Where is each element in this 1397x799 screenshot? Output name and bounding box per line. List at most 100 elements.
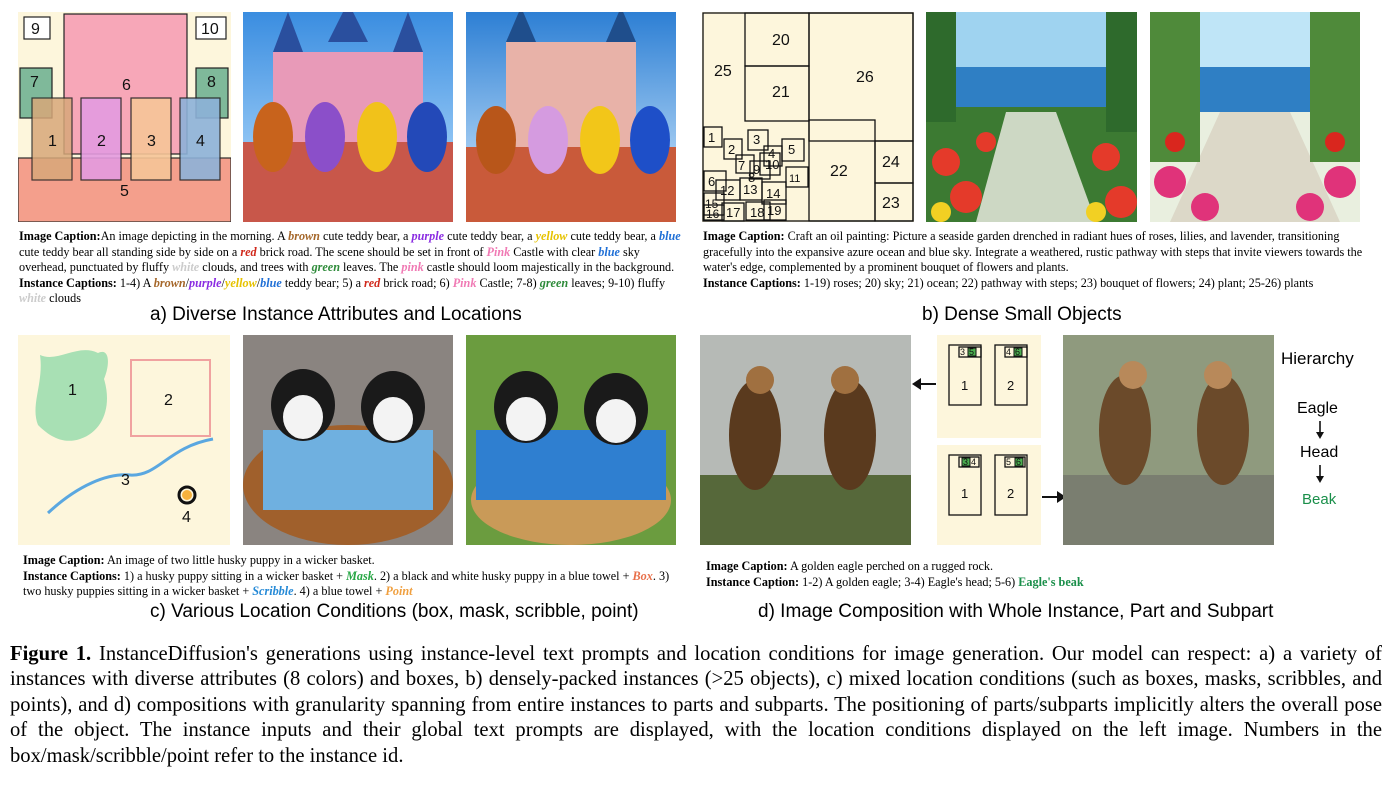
b-label-10: 10 <box>765 157 779 172</box>
caption-text: An image depicting in the morning. A <box>100 229 289 243</box>
a-label-5: 5 <box>120 183 129 200</box>
caption-text: 1-19) roses; 20) sky; 21) ocean; 22) pat… <box>800 275 1314 290</box>
panel-a-layout: 9 10 7 8 6 1 2 3 4 5 <box>17 12 232 223</box>
caption-label: Image Caption: <box>706 559 788 573</box>
caption-text: 1) a husky puppy sitting in a wicker bas… <box>120 568 347 583</box>
instance-caption-label: Instance Captions: <box>703 275 801 290</box>
part-layout-top: 3 5 4 6 1 2 <box>937 335 1041 438</box>
eagles-image-1 <box>700 335 911 545</box>
panel-b-caption: Image Caption: Craft an oil painting: Pi… <box>703 229 1363 291</box>
b-label-20: 20 <box>772 32 790 49</box>
caption-text: cute teddy bear, a <box>444 229 536 243</box>
condition-word: Scribble <box>252 584 294 599</box>
caption-label: Image Caption: <box>703 229 785 243</box>
caption-text: clouds <box>46 291 81 306</box>
hierarchy-beak: Beak <box>1302 491 1337 508</box>
color-word: Pink <box>452 275 477 290</box>
panel-c-caption: Image Caption: An image of two little hu… <box>23 553 673 600</box>
caption-text: castle should loom majestically in the b… <box>423 260 675 275</box>
color-word: green <box>539 275 569 290</box>
color-word: purple <box>189 275 222 290</box>
d-label-3b: 4 <box>971 457 976 467</box>
seaside-garden-image-2 <box>1150 12 1360 222</box>
caption-text: 1-2) A golden eagle; 3-4) Eagle's head; … <box>799 574 1019 589</box>
d-label-5b: 3 <box>963 457 968 467</box>
caption-text: . 4) a blue towel + <box>293 584 386 599</box>
b-label-3: 3 <box>753 132 760 147</box>
panel-a-caption: Image Caption:An image depicting in the … <box>19 229 681 307</box>
b-label-16: 16 <box>706 207 720 221</box>
b-label-17: 17 <box>726 205 740 220</box>
caption-text: cute teddy bear, a <box>319 229 412 243</box>
color-word: purple <box>411 229 445 243</box>
b-label-25: 25 <box>714 63 732 80</box>
d-label-1a: 1 <box>961 378 968 393</box>
panel-c-location-layout: 1 2 3 4 <box>35 350 214 526</box>
color-word: red <box>240 244 257 259</box>
panel-b-subtitle: b) Dense Small Objects <box>922 304 1122 325</box>
caption-text: teddy bear; 5) a <box>281 275 365 290</box>
teddy-bears-image-1 <box>243 12 453 222</box>
arrow-down-icon <box>1316 465 1324 483</box>
b-label-2: 2 <box>728 142 735 157</box>
condition-word: Box <box>632 568 653 583</box>
color-word: pink <box>401 260 424 275</box>
b-label-6: 6 <box>708 174 715 189</box>
d-label-3a: 3 <box>960 347 965 357</box>
caption-label: Image Caption: <box>23 553 105 567</box>
d-label-4b: 5 <box>1006 457 1011 467</box>
c-label-2: 2 <box>164 392 173 409</box>
color-word: blue <box>598 244 620 259</box>
condition-word: Point <box>385 584 413 599</box>
b-label-11: 11 <box>789 173 800 185</box>
caption-text: Castle; 7-8) <box>476 275 540 290</box>
panel-c-layout: 1 2 3 4 <box>18 335 230 545</box>
figure-caption: Figure 1. InstanceDiffusion's generation… <box>10 642 1382 769</box>
panel-a-subtitle: a) Diverse Instance Attributes and Locat… <box>150 304 522 325</box>
a-label-3: 3 <box>147 133 156 150</box>
color-word: Pink <box>486 244 511 259</box>
eagles-image-2 <box>1063 335 1274 545</box>
instance-caption-label: Instance Captions: <box>19 275 117 290</box>
b-label-5: 5 <box>788 142 795 157</box>
c-label-4: 4 <box>182 509 191 526</box>
caption-text: A golden eagle perched on a rugged rock. <box>787 559 994 573</box>
color-word: brown <box>153 275 186 290</box>
caption-text: brick road; 6) <box>380 275 453 290</box>
condition-word: Mask <box>346 568 374 583</box>
panel-a-box-layout: 9 10 7 8 6 1 2 3 4 5 <box>17 13 232 223</box>
caption-text: 1-4) A <box>116 275 154 290</box>
panel-b-layout: 20 25 21 26 1 3 2 4 5 9 10 7 8 11 22 24 … <box>702 12 914 222</box>
caption-text: clouds, and trees with <box>199 260 312 275</box>
caption-text: cute teddy bear, a <box>567 229 659 243</box>
a-label-9: 9 <box>31 21 40 38</box>
d-label-6a: 6 <box>1015 347 1020 357</box>
b-label-12: 12 <box>720 183 734 198</box>
a-label-2: 2 <box>97 133 106 150</box>
caption-text: brick road. The scene should be set in f… <box>256 244 487 259</box>
caption-label: Image Caption: <box>19 229 101 243</box>
husky-puppies-image-2 <box>466 335 676 545</box>
d-label-2b: 2 <box>1007 486 1014 501</box>
caption-text: leaves; 9-10) fluffy <box>568 275 666 290</box>
a-label-4: 4 <box>196 133 205 150</box>
b-label-21: 21 <box>772 84 790 101</box>
figure-caption-text: InstanceDiffusion's generations using in… <box>10 643 1382 767</box>
color-word: white <box>19 291 47 306</box>
color-word: white <box>172 260 200 275</box>
hierarchy-eagle: Eagle <box>1297 400 1338 417</box>
caption-text: Castle with clear <box>510 244 599 259</box>
color-word: red <box>364 275 381 290</box>
caption-text: cute teddy bear all standing side by sid… <box>19 244 241 259</box>
a-label-8: 8 <box>207 74 216 91</box>
instance-caption-label: Instance Captions: <box>23 568 121 583</box>
b-label-22: 22 <box>830 163 848 180</box>
beak-word: Eagle's beak <box>1018 574 1084 589</box>
d-label-4a: 4 <box>1006 347 1011 357</box>
b-label-1: 1 <box>708 130 715 145</box>
husky-puppies-image-1 <box>243 335 453 545</box>
b-label-18: 18 <box>750 205 764 220</box>
caption-text: Craft an oil painting: Picture a seaside… <box>703 229 1363 275</box>
instance-caption-label: Instance Caption: <box>706 574 800 589</box>
color-word: yellow <box>224 275 257 290</box>
